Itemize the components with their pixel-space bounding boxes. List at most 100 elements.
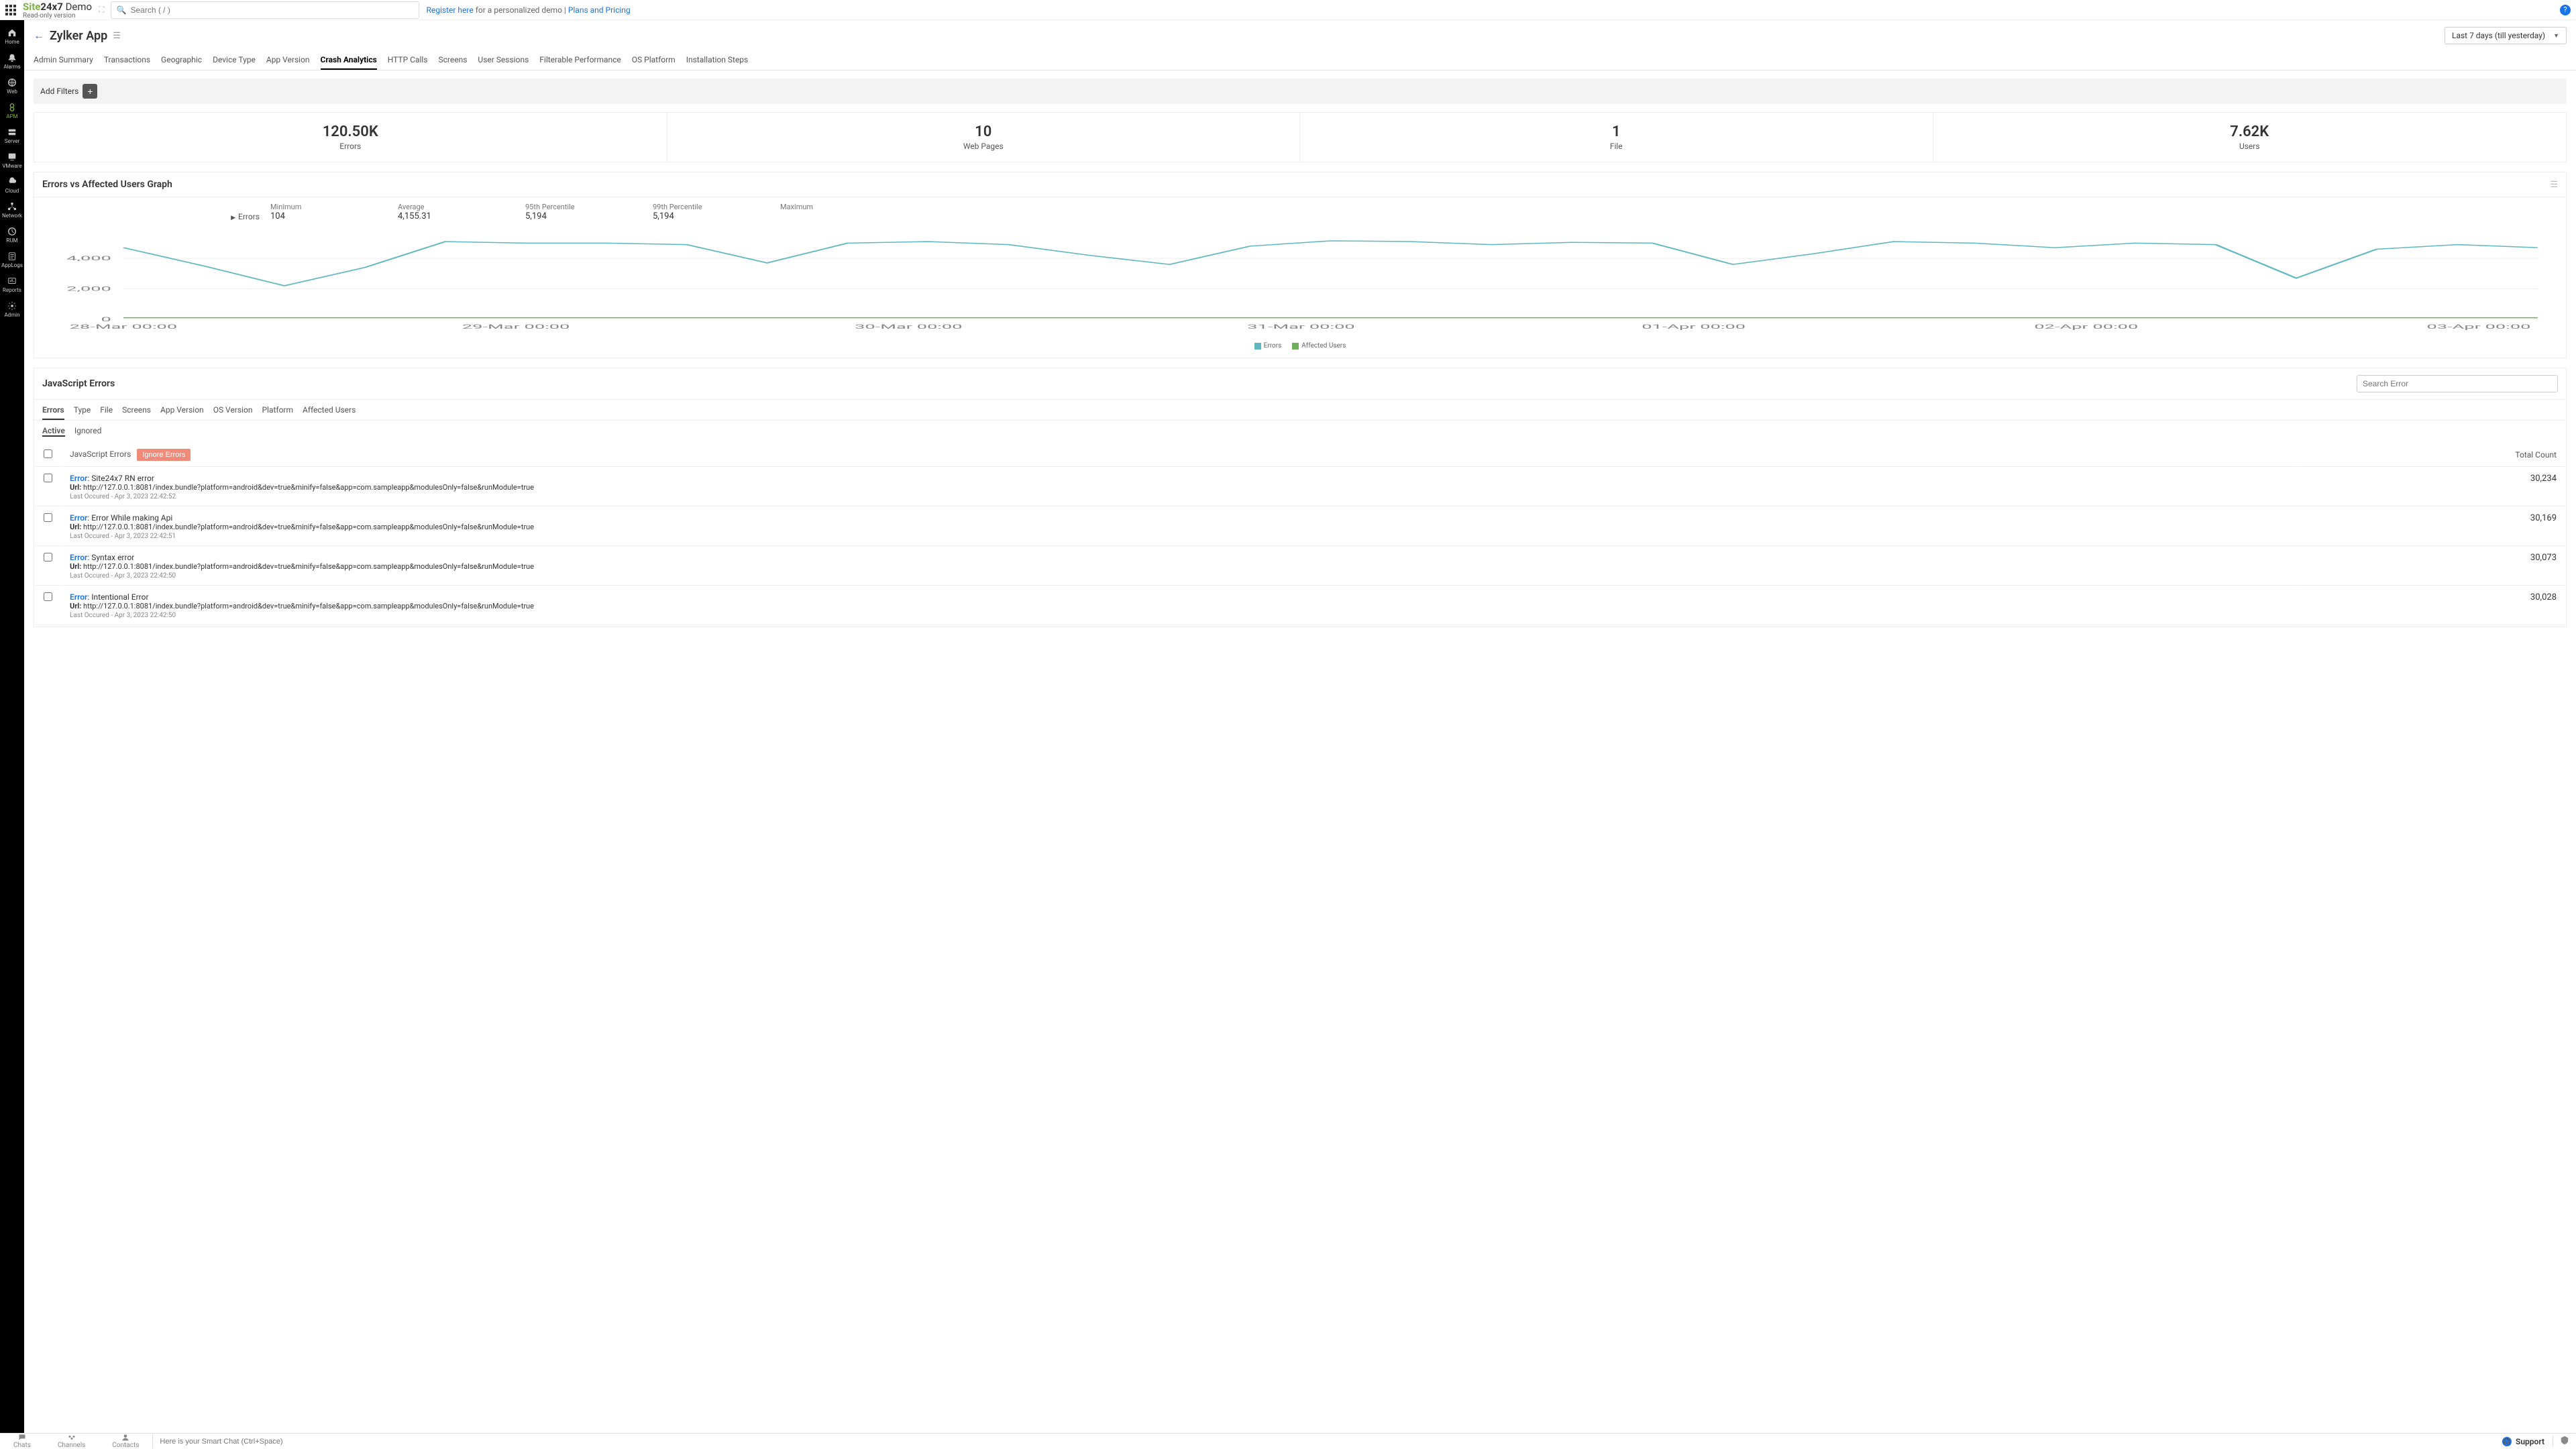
caret-down-icon: ▼	[2553, 32, 2559, 40]
error-checkbox[interactable]	[44, 513, 52, 522]
subtab-os-version[interactable]: OS Version	[213, 405, 253, 420]
plans-link[interactable]: Plans and Pricing	[568, 5, 631, 15]
sidebar-item-reports[interactable]: Reports	[0, 272, 24, 297]
error-cell[interactable]: Error: Intentional ErrorUrl: http://127.…	[62, 587, 2296, 625]
error-cell[interactable]: Error: Syntax errorUrl: http://127.0.0.1…	[62, 547, 2296, 586]
apm-icon	[7, 103, 17, 112]
legend-item[interactable]: Affected Users	[1292, 342, 1346, 350]
subtab2-active[interactable]: Active	[42, 426, 65, 437]
svg-text:01-Apr 00:00: 01-Apr 00:00	[1642, 323, 1746, 331]
subtab-file[interactable]: File	[100, 405, 113, 420]
tab-device-type[interactable]: Device Type	[213, 51, 256, 70]
error-checkbox[interactable]	[44, 553, 52, 561]
chart-title: Errors vs Affected Users Graph	[42, 179, 172, 190]
tabs: Admin Summary Transactions Geographic Devic…	[24, 51, 2576, 70]
chart-stat-value: 5,194	[525, 211, 653, 221]
tab-filterable-performance[interactable]: Filterable Performance	[539, 51, 621, 70]
stat-label: File	[1311, 142, 1922, 151]
cloud-icon	[7, 177, 17, 186]
tab-http-calls[interactable]: HTTP Calls	[388, 51, 428, 70]
error-count: 30,028	[2298, 587, 2565, 625]
stat-label: Users	[1944, 142, 2556, 151]
subtab-screens[interactable]: Screens	[122, 405, 151, 420]
chart-stat-col: Minimum104	[270, 203, 398, 221]
app-launcher-icon[interactable]	[5, 5, 16, 15]
help-icon[interactable]: ?	[2560, 5, 2571, 15]
error-checkbox[interactable]	[44, 474, 52, 482]
chart-stat-col: 95th Percentile5,194	[525, 203, 653, 221]
sidebar-item-server[interactable]: Server	[0, 123, 24, 148]
time-range-select[interactable]: Last 7 days (till yesterday) ▼	[2445, 27, 2567, 44]
sidebar-item-rum[interactable]: RUM	[0, 223, 24, 248]
subtab2-ignored[interactable]: Ignored	[74, 426, 102, 437]
sidebar-item-vmware[interactable]: VMware	[0, 148, 24, 173]
tab-transactions[interactable]: Transactions	[104, 51, 150, 70]
register-link[interactable]: Register here	[426, 5, 473, 15]
contacts-button[interactable]: Contacts	[99, 1434, 152, 1449]
tab-installation-steps[interactable]: Installation Steps	[686, 51, 749, 70]
sidebar-item-applogs[interactable]: AppLogs	[0, 248, 24, 272]
feedback-icon[interactable]	[2553, 1436, 2576, 1447]
svg-text:4,000: 4,000	[66, 255, 111, 262]
page-header: ← Zylker App ☰ Last 7 days (till yesterd…	[24, 20, 2576, 51]
search-input[interactable]	[111, 1, 419, 19]
chats-button[interactable]: Chats	[0, 1434, 44, 1449]
chart-menu-icon[interactable]: ☰	[2550, 180, 2558, 190]
error-cell[interactable]: Error: Error While making ApiUrl: http:/…	[62, 508, 2296, 546]
add-filter-button[interactable]: +	[83, 84, 97, 99]
tab-crash-analytics[interactable]: Crash Analytics	[321, 51, 377, 70]
sidebar-item-alarms[interactable]: Alarms	[0, 49, 24, 74]
sidebar-item-label: Alarms	[3, 64, 20, 70]
select-all-checkbox[interactable]	[44, 449, 52, 458]
legend-label: Errors	[1264, 342, 1282, 350]
tab-admin-summary[interactable]: Admin Summary	[34, 51, 93, 70]
sidebar-item-admin[interactable]: Admin	[0, 297, 24, 322]
subtab-app-version[interactable]: App Version	[160, 405, 204, 420]
ignore-errors-button[interactable]: Ignore Errors	[137, 449, 191, 461]
headset-icon: 🎧	[2502, 1437, 2512, 1446]
chart-stat-header: 95th Percentile	[525, 203, 653, 211]
stat-web-pages: 10Web Pages	[667, 113, 1301, 162]
tab-user-sessions[interactable]: User Sessions	[478, 51, 529, 70]
stat-value: 7.62K	[1944, 123, 2556, 140]
error-cell[interactable]: Error: Site24x7 RN errorUrl: http://127.…	[62, 468, 2296, 506]
applogs-icon	[7, 252, 17, 261]
stat-value: 1	[1311, 123, 1922, 140]
js-errors-title: JavaScript Errors	[42, 378, 115, 389]
tab-os-platform[interactable]: OS Platform	[632, 51, 676, 70]
support-button[interactable]: 🎧 Support	[2494, 1437, 2553, 1446]
bottombar: Chats Channels Contacts 🎧 Support	[0, 1433, 2576, 1449]
error-search-input[interactable]	[2357, 375, 2558, 392]
sidebar-item-web[interactable]: Web	[0, 74, 24, 99]
subtab-type[interactable]: Type	[74, 405, 91, 420]
back-arrow-icon[interactable]: ←	[34, 29, 44, 42]
stat-errors: 120.50KErrors	[34, 113, 667, 162]
chart-stat-value: 104	[270, 211, 398, 221]
sidebar-item-network[interactable]: Network	[0, 198, 24, 223]
channels-button[interactable]: Channels	[44, 1434, 99, 1449]
error-row: Error: Intentional ErrorUrl: http://127.…	[36, 587, 2565, 625]
sidebar-item-cloud[interactable]: Cloud	[0, 173, 24, 198]
legend-label: Affected Users	[1301, 342, 1346, 350]
error-message: Site24x7 RN error	[91, 474, 154, 483]
subtab-errors[interactable]: Errors	[42, 405, 64, 420]
legend-item[interactable]: Errors	[1254, 342, 1282, 350]
logo: Site24x7 Demo Read-only version	[23, 1, 92, 19]
error-checkbox[interactable]	[44, 592, 52, 601]
subtab-platform[interactable]: Platform	[262, 405, 293, 420]
expand-icon[interactable]: ⛶	[99, 5, 104, 15]
page-menu-icon[interactable]: ☰	[113, 31, 121, 41]
errors-table: JavaScript Errors Ignore Errors Total Co…	[34, 442, 2566, 627]
tab-screens[interactable]: Screens	[439, 51, 468, 70]
sidebar-item-home[interactable]: Home	[0, 24, 24, 49]
tab-geographic[interactable]: Geographic	[161, 51, 202, 70]
chart-header: Errors vs Affected Users Graph ☰	[34, 172, 2566, 197]
logo-demo: Demo	[63, 1, 92, 13]
js-errors-panel: JavaScript Errors Errors Type File Screens A…	[34, 368, 2567, 627]
rum-icon	[7, 227, 17, 236]
tab-app-version[interactable]: App Version	[266, 51, 310, 70]
sidebar-item-apm[interactable]: APM	[0, 99, 24, 123]
svg-text:2,000: 2,000	[66, 285, 111, 292]
smart-chat-input[interactable]	[152, 1435, 2494, 1448]
subtab-affected-users[interactable]: Affected Users	[303, 405, 356, 420]
